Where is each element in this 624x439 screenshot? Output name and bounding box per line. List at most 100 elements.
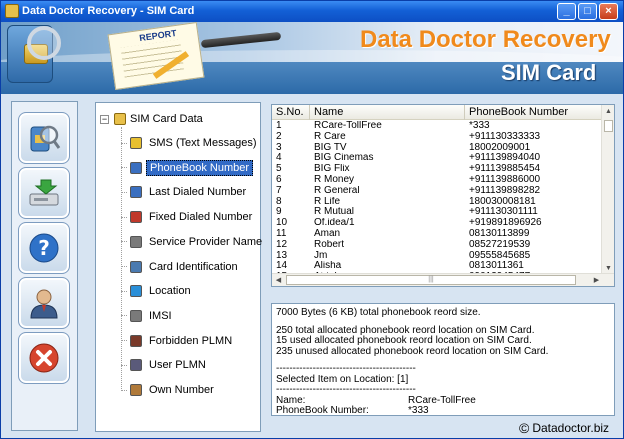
title-bar[interactable]: Data Doctor Recovery - SIM Card _ □ × [1,1,623,22]
cell-name: Aman [314,228,341,239]
vertical-scrollbar[interactable]: ▲ ▼ [601,105,614,275]
table-row[interactable]: 5 BIG Flix +911139885454 [272,164,602,175]
cell-name: BIG Cinemas [314,153,374,164]
own-number-icon [130,384,142,396]
cell-sno: 4 [276,153,282,164]
tree-item-label: Location [149,285,191,298]
table-row[interactable]: 13 Jm 09555845685 [272,251,602,262]
last-dialed-icon [130,186,142,199]
tree-connector-line [121,241,127,243]
tree-root[interactable]: − SIM Card Data [100,112,203,126]
tree-item[interactable]: Service Provider Name [121,233,265,251]
tree-item-label: SMS (Text Messages) [149,137,257,149]
tree-connector-line [121,216,127,218]
brand-footer: © Datadoctor.biz [519,420,609,436]
cell-number: +911139885454 [469,164,541,175]
tree-connector-line [121,167,127,169]
about-button[interactable] [18,277,70,329]
collapse-toggle[interactable]: − [100,114,109,124]
brand-link[interactable]: Datadoctor.biz [532,421,609,435]
cell-number: +911139894040 [469,153,541,164]
col-sno-header[interactable]: S.No. [272,105,310,120]
col-number-header[interactable]: PhoneBook Number [465,105,602,120]
help-button[interactable]: ? [18,222,70,274]
tree-item[interactable]: User PLMN [121,356,209,374]
tree-item-label: Service Provider Name [149,235,263,248]
forbidden-plmn-icon [130,334,142,347]
horizontal-scroll-thumb[interactable]: ||| [286,275,576,285]
scroll-right-arrow[interactable]: ▶ [590,274,603,286]
tree-item[interactable]: Own Number [121,381,217,399]
col-name-header[interactable]: Name [310,105,465,120]
cell-name: Robert [314,239,345,250]
table-row[interactable]: 10 Of.idea/1 +919891896926 [272,218,602,229]
tree-item[interactable]: Fixed Dialed Number [121,208,255,226]
cell-name: R Mutual [314,207,355,218]
tree-item[interactable]: Forbidden PLMN [121,332,235,350]
cell-name: BIG TV [314,142,347,153]
table-row[interactable]: 4 BIG Cinemas +911139894040 [272,153,602,164]
cell-sno: 11 [276,228,287,239]
table-row[interactable]: 7 R General +911139898282 [272,186,602,197]
maximize-button[interactable]: □ [578,3,597,20]
copyright-icon: © [519,420,530,436]
tree-item[interactable]: SMS (Text Messages) [121,134,260,152]
table-row[interactable]: 6 R Money +911139886000 [272,175,602,186]
table-row[interactable]: 2 R Care +911130333333 [272,132,602,143]
tree-item-label: Own Number [149,384,214,396]
minimize-button[interactable]: _ [557,3,576,20]
scroll-left-arrow[interactable]: ◀ [272,274,285,286]
save-drive-icon [27,176,61,210]
table-row[interactable]: 9 R Mutual +911130301111 [272,207,602,218]
tree-item[interactable]: PhoneBook Number [121,159,254,177]
table-row[interactable]: 11 Aman 08130113899 [272,229,602,240]
cell-name: Alisha [314,261,342,272]
cell-sno: 6 [276,174,282,185]
scroll-up-arrow[interactable]: ▲ [602,105,614,118]
cell-name: R Care [314,131,346,142]
tree-item-label: Last Dialed Number [149,186,247,199]
cell-sno: 5 [276,164,282,175]
details-panel[interactable]: 7000 Bytes (6 KB) total phonebook reord … [271,303,615,416]
svg-text:?: ? [38,236,50,260]
cell-number: +911139886000 [469,174,541,185]
cell-name: R General [314,185,360,196]
cell-number: 18002009001 [469,142,531,153]
user-icon [27,286,61,320]
search-sim-button[interactable] [18,112,70,164]
tree-item-label: PhoneBook Number [146,159,254,176]
cell-sno: 7 [276,185,282,196]
cell-number: +911139898282 [469,185,541,196]
size-info: 7000 Bytes (6 KB) total phonebook reord … [276,307,481,318]
tree-item[interactable]: IMSI [121,307,175,325]
tree-item[interactable]: Last Dialed Number [121,183,249,201]
tree-connector-line [121,142,127,144]
exit-button[interactable] [18,332,70,384]
close-window-button[interactable]: × [599,3,618,20]
tree-item[interactable]: Location [121,282,194,300]
phonebook-table[interactable]: S.No. Name PhoneBook Number 1 RCare-TollF… [271,104,615,287]
table-row[interactable]: 14 Alisha 0813011361 [272,261,602,272]
number-value: *333 [408,405,429,416]
tree-item[interactable]: Card Identification [121,258,241,276]
banner-title: Data Doctor Recovery [360,26,611,53]
tree-connector-line [121,364,127,366]
cell-name: R Money [314,174,355,185]
save-button[interactable] [18,167,70,219]
used-info: 15 used allocated phonebook reord locati… [276,335,532,346]
horizontal-scrollbar[interactable]: ◀ ||| ▶ [272,273,614,286]
cell-name: R Life [314,196,341,207]
table-row[interactable]: 1 RCare-TollFree *333 [272,121,602,132]
cell-number: 09555845685 [469,250,531,261]
table-row[interactable]: 8 R Life 180030008181 [272,197,602,208]
cell-sno: 10 [276,218,288,229]
cell-number: 180030008181 [469,196,536,207]
vertical-scroll-thumb[interactable] [604,120,613,132]
table-row[interactable]: 3 BIG TV 18002009001 [272,143,602,154]
tree-connector-line [121,290,127,292]
sim-data-tree[interactable]: − SIM Card Data SMS (Text Messages) Phone… [95,102,262,432]
table-row[interactable]: 12 Robert 08527219539 [272,240,602,251]
tree-item-label: User PLMN [149,359,206,372]
pen-icon [200,31,282,49]
app-window: Data Doctor Recovery - SIM Card _ □ × RE… [0,0,624,439]
